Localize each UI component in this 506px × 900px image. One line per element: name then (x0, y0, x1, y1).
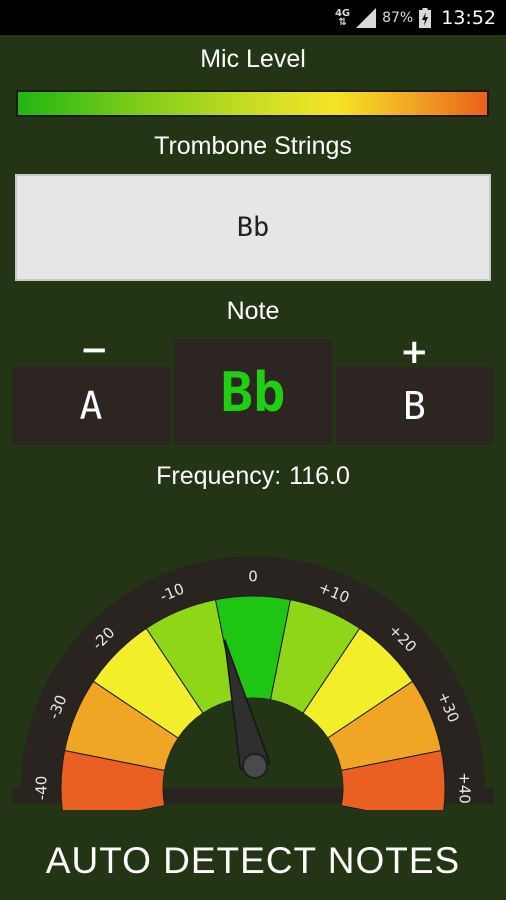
gauge-tick-label: -40 (33, 776, 51, 801)
strings-label: Trombone Strings (154, 132, 352, 160)
mic-level-label: Mic Level (200, 45, 306, 73)
auto-detect-button[interactable]: AUTO DETECT NOTES (0, 832, 506, 890)
string-selector[interactable]: Bb (15, 174, 491, 281)
status-icons: 4G ⇅ 87% 13:52 (335, 0, 496, 35)
clock: 13:52 (441, 6, 496, 29)
needle-pivot (242, 753, 268, 779)
battery-percent: 87% (382, 9, 414, 26)
tuning-gauge: -40-30-20-100+10+20+30+40 (12, 556, 494, 810)
gauge-tick-label: +40 (456, 772, 474, 804)
next-note-button[interactable]: B (336, 367, 493, 445)
minus-icon: − (80, 330, 109, 370)
previous-note-label: A (79, 384, 103, 428)
plus-icon: + (400, 332, 429, 372)
frequency-value: 116.0 (289, 462, 350, 490)
current-note-display: Bb (174, 339, 332, 445)
note-label: Note (226, 297, 280, 325)
next-note-label: B (403, 384, 426, 428)
gauge-tick-label: 0 (248, 568, 258, 586)
network-indicator: 4G ⇅ (335, 8, 350, 28)
frequency-readout: Frequency: 116.0 (0, 462, 506, 491)
data-arrows-icon: ⇅ (338, 16, 347, 28)
previous-note-button[interactable]: A (12, 367, 170, 445)
status-bar: 4G ⇅ 87% 13:52 (0, 0, 506, 35)
signal-icon (356, 7, 377, 28)
battery-charging-icon (419, 7, 432, 28)
current-note-label: Bb (220, 360, 286, 424)
string-selector-value: Bb (236, 212, 270, 243)
frequency-label: Frequency: (156, 462, 282, 490)
mic-level-meter (16, 90, 489, 117)
